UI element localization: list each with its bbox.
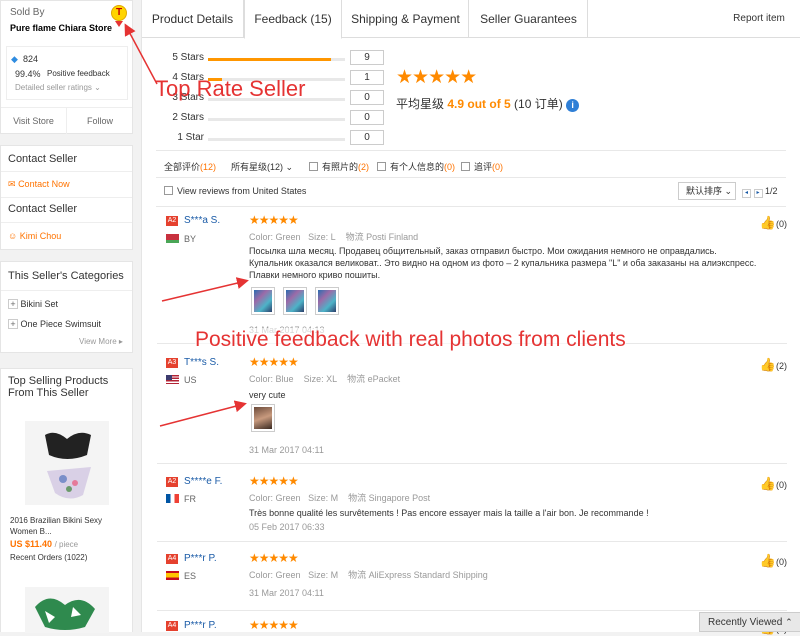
arrow-to-photo-2	[159, 400, 247, 427]
arrow-to-photos	[161, 277, 249, 302]
arrow-to-seller-badge	[124, 23, 158, 85]
positive-feedback-annotation: Positive feedback with real photos from …	[195, 328, 626, 352]
top-rate-annotation: Top Rate Seller	[155, 76, 306, 101]
annotation-arrows	[124, 23, 249, 427]
